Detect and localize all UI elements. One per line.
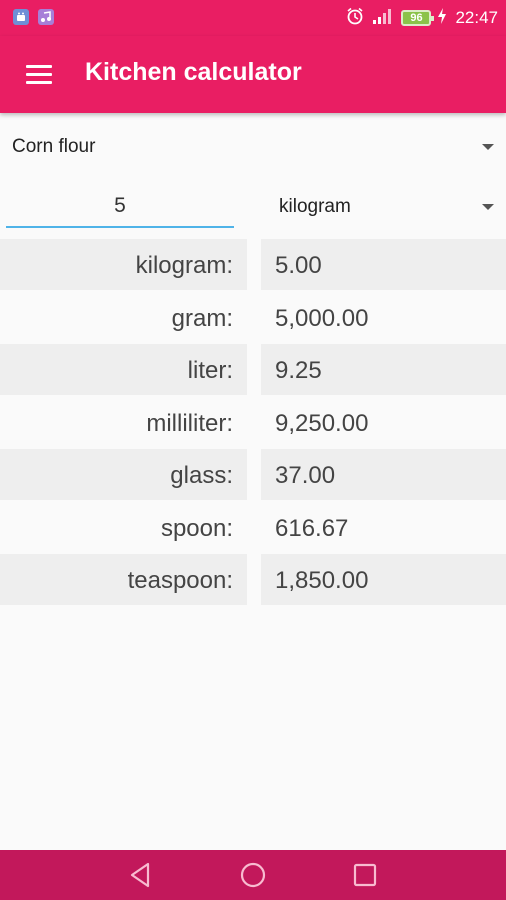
result-label: gram: [171, 304, 233, 332]
result-value: 1,850.00 [261, 554, 506, 605]
status-time: 22:47 [455, 8, 498, 27]
result-value: 5.00 [261, 239, 506, 290]
battery-icon: 96 [401, 10, 435, 26]
result-value: 9,250.00 [275, 409, 369, 437]
charging-icon [438, 7, 447, 29]
result-value: 616.67 [275, 514, 349, 542]
page-title: Kitchen calculator [85, 58, 302, 86]
result-row-gram: gram: 5,000.00 [0, 292, 506, 343]
result-label: spoon: [160, 514, 233, 542]
result-label: teaspoon: [0, 554, 247, 605]
system-nav-bar [0, 850, 506, 900]
product-dropdown[interactable]: Corn flour [0, 124, 506, 172]
chevron-down-icon [482, 204, 494, 210]
hamburger-menu-icon[interactable] [22, 59, 58, 89]
alarm-icon [345, 6, 365, 31]
result-label: glass: [0, 449, 247, 500]
result-value: 9.25 [261, 344, 506, 395]
unit-dropdown[interactable]: kilogram [262, 186, 506, 228]
result-row-milliliter: milliliter: 9,250.00 [0, 397, 506, 448]
result-row-kilogram: kilogram: 5.00 [0, 239, 506, 290]
result-value: 37.00 [261, 449, 506, 500]
conversion-results: kilogram: 5.00 gram: 5,000.00 liter: 9.2… [0, 239, 506, 607]
status-icons: 96 22:47 [345, 0, 498, 36]
result-row-liter: liter: 9.25 [0, 344, 506, 395]
status-bar: 96 22:47 [0, 0, 506, 36]
amount-input[interactable] [6, 186, 234, 228]
unit-dropdown-value: kilogram [279, 196, 351, 217]
result-label: kilogram: [0, 239, 247, 290]
battery-level: 96 [410, 12, 423, 24]
chevron-down-icon [482, 144, 494, 150]
signal-icon [372, 7, 394, 30]
result-label: liter: [0, 344, 247, 395]
recents-icon[interactable] [350, 860, 380, 890]
android-notification-icon [13, 9, 29, 25]
product-dropdown-value: Corn flour [12, 136, 96, 157]
result-label: milliliter: [146, 409, 233, 437]
result-row-teaspoon: teaspoon: 1,850.00 [0, 554, 506, 605]
back-icon[interactable] [126, 860, 156, 890]
result-row-glass: glass: 37.00 [0, 449, 506, 500]
music-notification-icon [38, 9, 54, 25]
home-icon[interactable] [238, 860, 268, 890]
result-row-spoon: spoon: 616.67 [0, 502, 506, 553]
result-value: 5,000.00 [275, 304, 369, 332]
app-bar: Kitchen calculator [0, 36, 506, 113]
